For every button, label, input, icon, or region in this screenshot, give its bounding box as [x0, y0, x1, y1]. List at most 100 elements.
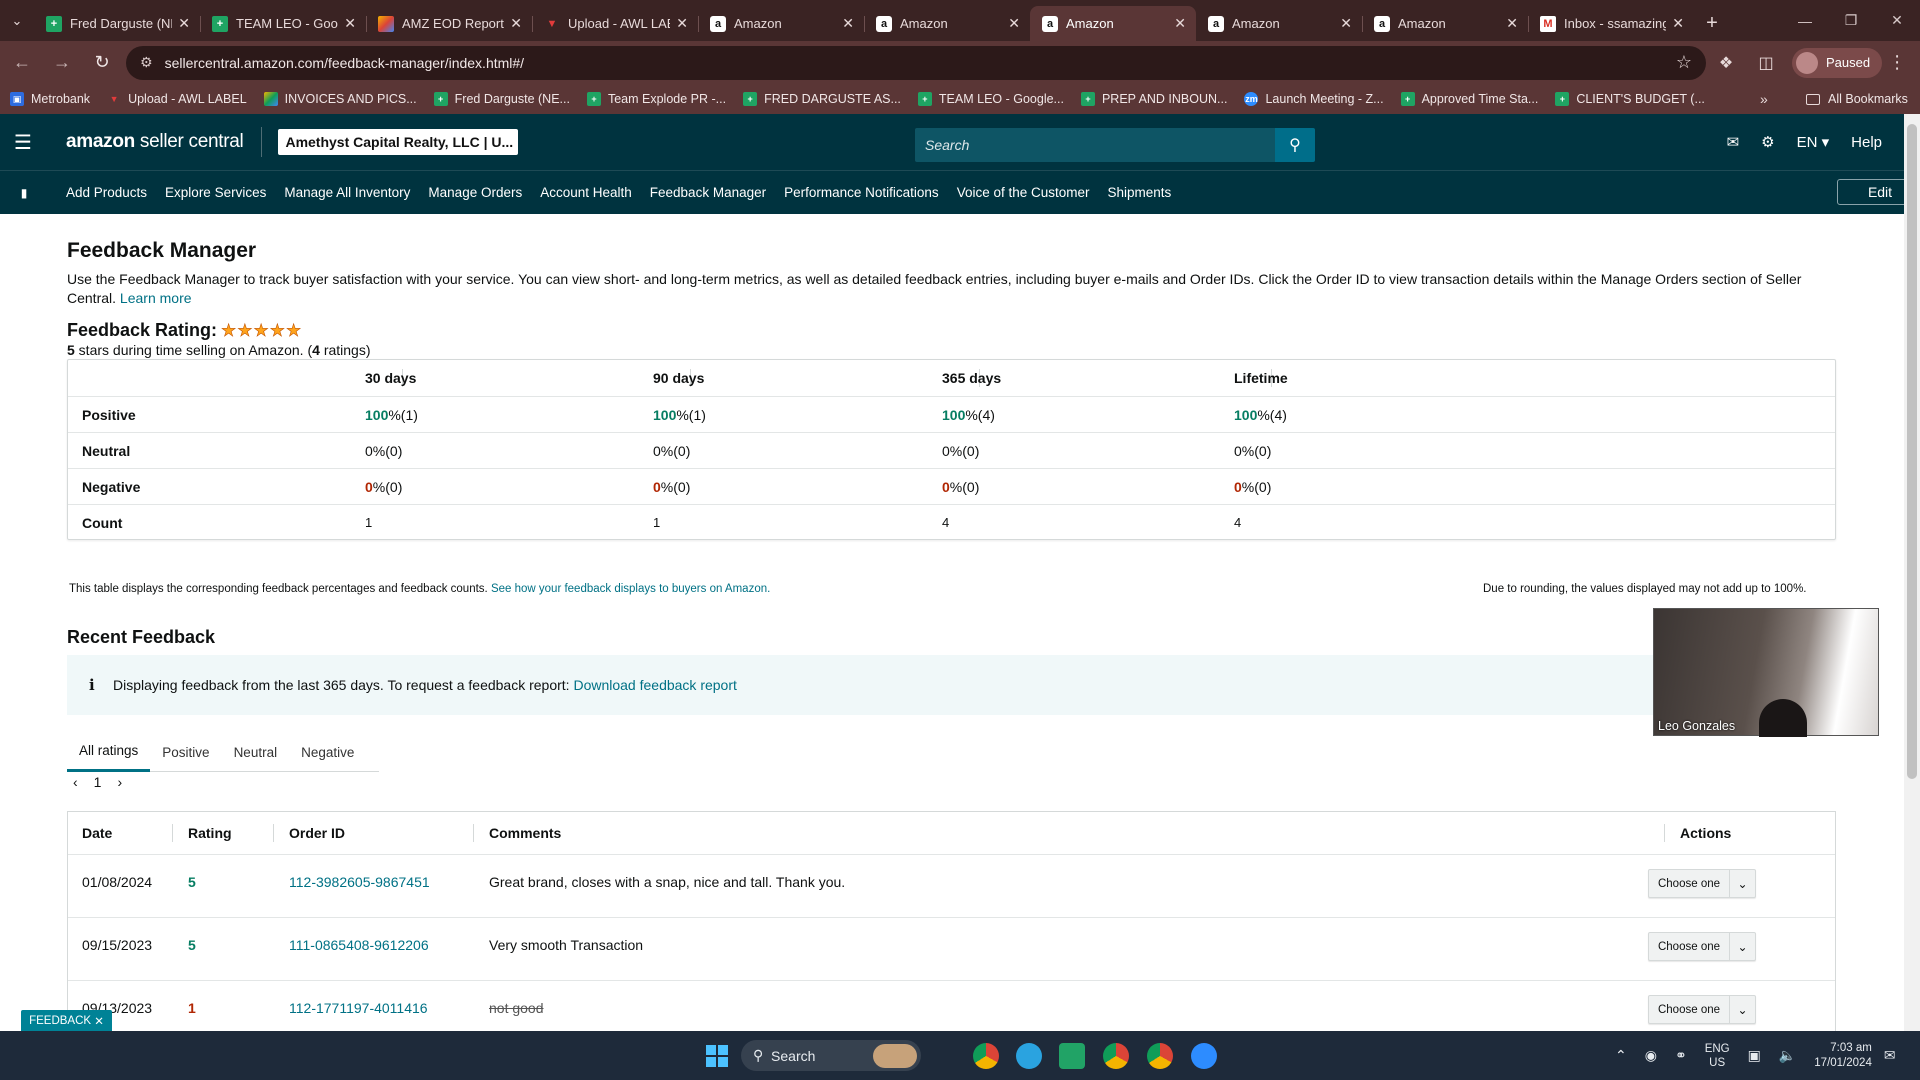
- reload-icon[interactable]: ↻: [84, 45, 120, 81]
- nav-item[interactable]: Feedback Manager: [650, 185, 766, 200]
- account-switcher[interactable]: Amethyst Capital Realty, LLC | U...: [278, 129, 519, 155]
- bookmark-item[interactable]: zm Launch Meeting - Z...: [1244, 92, 1384, 106]
- next-page-icon[interactable]: ›: [117, 774, 122, 790]
- page-number[interactable]: 1: [94, 774, 102, 790]
- tab-positive[interactable]: Positive: [150, 732, 221, 772]
- zoom-app-icon[interactable]: [1191, 1043, 1217, 1069]
- bookmark-item[interactable]: ▣ Metrobank: [10, 92, 90, 106]
- download-report-link[interactable]: Download feedback report: [573, 677, 736, 693]
- nav-item[interactable]: Shipments: [1108, 185, 1172, 200]
- camera-off-icon[interactable]: ◉: [1645, 1047, 1657, 1064]
- bookmark-item[interactable]: + Team Explode PR -...: [586, 92, 726, 106]
- close-tab-icon[interactable]: ✕: [1008, 15, 1020, 32]
- close-tab-icon[interactable]: ✕: [1340, 15, 1352, 32]
- search-icon[interactable]: ⚲: [1275, 128, 1315, 162]
- microphone-icon[interactable]: ⚭: [1675, 1047, 1687, 1064]
- scrollbar-thumb[interactable]: [1907, 124, 1917, 779]
- notepad-app-icon[interactable]: [1059, 1043, 1085, 1069]
- close-window-icon[interactable]: ✕: [1874, 0, 1920, 41]
- bookmark-item[interactable]: + PREP AND INBOUN...: [1080, 92, 1227, 106]
- address-bar[interactable]: ⚙ sellercentral.amazon.com/feedback-mana…: [126, 45, 1706, 80]
- browser-tab[interactable]: + Fred Darguste (NE ✕: [34, 6, 200, 41]
- nav-item[interactable]: Performance Notifications: [784, 185, 939, 200]
- mail-icon[interactable]: ✉: [1727, 133, 1740, 151]
- back-icon[interactable]: ←: [4, 45, 40, 81]
- browser-tab[interactable]: ▼ Upload - AWL LAB ✕: [532, 6, 698, 41]
- bookmark-item[interactable]: INVOICES AND PICS...: [263, 92, 417, 106]
- close-tab-icon[interactable]: ✕: [178, 15, 190, 32]
- bookmark-item[interactable]: + FRED DARGUSTE AS...: [743, 92, 901, 106]
- chrome-app-icon[interactable]: [973, 1043, 999, 1069]
- profile-button[interactable]: Paused: [1792, 47, 1883, 78]
- browser-tab[interactable]: a Amazon ✕: [1362, 6, 1528, 41]
- tab-search-chevron-icon[interactable]: ⌄: [0, 0, 34, 41]
- browser-tab[interactable]: + TEAM LEO - Goog ✕: [200, 6, 366, 41]
- bookmark-icon[interactable]: ▮: [0, 186, 48, 200]
- bookmark-item[interactable]: + TEAM LEO - Google...: [917, 92, 1064, 106]
- nav-item[interactable]: Voice of the Customer: [957, 185, 1090, 200]
- nav-item[interactable]: Explore Services: [165, 185, 266, 200]
- browser-tab[interactable]: a Amazon ✕: [698, 6, 864, 41]
- bookmark-item[interactable]: + Fred Darguste (NE...: [433, 92, 570, 106]
- taskbar-search[interactable]: ⚲ Search: [741, 1040, 921, 1071]
- bookmark-item[interactable]: + Approved Time Sta...: [1400, 92, 1538, 106]
- bookmark-item[interactable]: + CLIENT'S BUDGET (...: [1555, 92, 1705, 106]
- all-bookmarks[interactable]: All Bookmarks: [1806, 92, 1908, 106]
- language-selector[interactable]: EN ▾: [1797, 133, 1830, 151]
- clock[interactable]: 7:03 am 17/01/2024: [1814, 1041, 1872, 1071]
- close-tab-icon[interactable]: ✕: [1174, 15, 1186, 32]
- chevron-down-icon[interactable]: ⌄: [1729, 996, 1755, 1023]
- site-info-icon[interactable]: ⚙: [140, 54, 153, 71]
- restore-icon[interactable]: ❐: [1828, 0, 1874, 41]
- browser-tab[interactable]: AMZ EOD Report ✕: [366, 6, 532, 41]
- close-tab-icon[interactable]: ✕: [676, 15, 688, 32]
- feedback-display-link[interactable]: See how your feedback displays to buyers…: [491, 583, 770, 595]
- nav-item[interactable]: Manage All Inventory: [284, 185, 410, 200]
- side-panel-icon[interactable]: ◫: [1746, 45, 1786, 81]
- more-bookmarks-icon[interactable]: »: [1760, 91, 1768, 107]
- close-tab-icon[interactable]: ✕: [344, 15, 356, 32]
- prev-page-icon[interactable]: ‹: [73, 774, 78, 790]
- order-id-link[interactable]: 112-1771197-4011416: [289, 981, 428, 1031]
- action-dropdown[interactable]: Choose one ⌄: [1648, 995, 1756, 1024]
- chrome-second-profile-app-icon[interactable]: [1147, 1043, 1173, 1069]
- chevron-down-icon[interactable]: ⌄: [1729, 933, 1755, 960]
- close-tab-icon[interactable]: ✕: [510, 15, 522, 32]
- action-dropdown[interactable]: Choose one ⌄: [1648, 932, 1756, 961]
- close-tab-icon[interactable]: ✕: [1506, 15, 1518, 32]
- close-tab-icon[interactable]: ✕: [842, 15, 854, 32]
- bookmark-item[interactable]: ▼ Upload - AWL LABEL: [107, 92, 247, 106]
- tab-negative[interactable]: Negative: [289, 732, 366, 772]
- hamburger-menu-icon[interactable]: ☰: [0, 130, 46, 155]
- tab-all-ratings[interactable]: All ratings: [67, 732, 151, 772]
- feedback-widget-tab[interactable]: FEEDBACK ✕: [21, 1010, 112, 1031]
- settings-gear-icon[interactable]: ⚙: [1761, 133, 1774, 151]
- notifications-icon[interactable]: ✉: [1884, 1047, 1896, 1064]
- browser-menu-icon[interactable]: ⋮: [1882, 52, 1912, 73]
- volume-icon[interactable]: 🔈: [1779, 1047, 1796, 1064]
- learn-more-link[interactable]: Learn more: [120, 290, 192, 306]
- network-icon[interactable]: ▣: [1748, 1047, 1761, 1064]
- tab-neutral[interactable]: Neutral: [222, 732, 290, 772]
- extensions-icon[interactable]: ❖: [1706, 45, 1746, 81]
- language-indicator[interactable]: ENG US: [1705, 1042, 1730, 1070]
- action-dropdown[interactable]: Choose one ⌄: [1648, 869, 1756, 898]
- windows-start-icon[interactable]: [706, 1045, 728, 1067]
- show-hidden-icons[interactable]: ⌃: [1615, 1047, 1627, 1064]
- telegram-app-icon[interactable]: [1016, 1043, 1042, 1069]
- order-id-link[interactable]: 111-0865408-9612206: [289, 918, 429, 980]
- new-tab-button[interactable]: +: [1694, 6, 1730, 41]
- nav-item[interactable]: Account Health: [540, 185, 632, 200]
- bookmark-star-icon[interactable]: ☆: [1676, 52, 1692, 73]
- browser-tab[interactable]: a Amazon ✕: [1030, 6, 1196, 41]
- url-text[interactable]: sellercentral.amazon.com/feedback-manage…: [165, 55, 1676, 71]
- close-icon[interactable]: ✕: [94, 1014, 104, 1028]
- help-link[interactable]: Help: [1851, 134, 1882, 151]
- browser-tab[interactable]: M Inbox - ssamazing ✕: [1528, 6, 1694, 41]
- chevron-down-icon[interactable]: ⌄: [1729, 870, 1755, 897]
- search-input[interactable]: Search: [915, 128, 1275, 162]
- nav-item[interactable]: Manage Orders: [428, 185, 522, 200]
- page-scrollbar[interactable]: [1904, 114, 1920, 1031]
- seller-central-logo[interactable]: amazon seller central: [66, 131, 244, 153]
- forward-icon[interactable]: →: [44, 45, 80, 81]
